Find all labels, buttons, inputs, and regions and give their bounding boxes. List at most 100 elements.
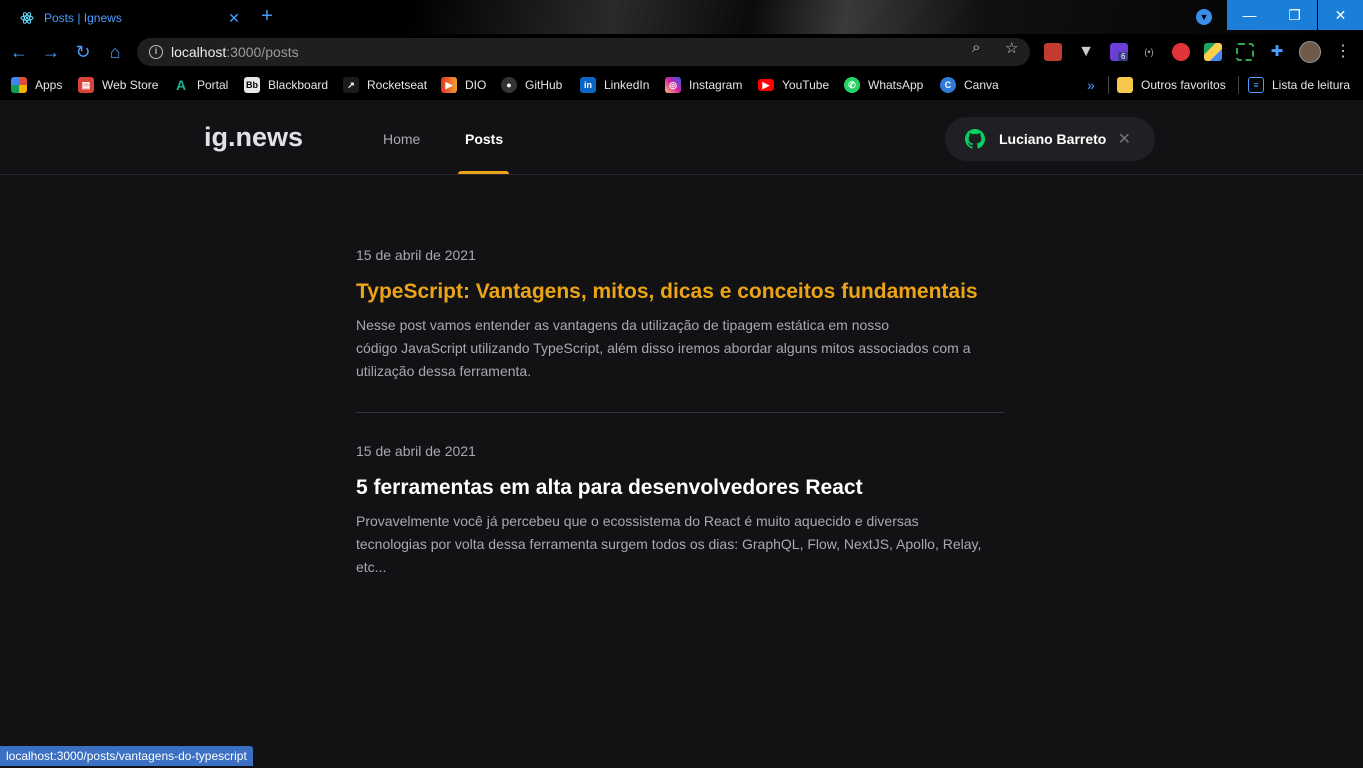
- tab-search-icon[interactable]: ▼: [1196, 9, 1212, 25]
- url-path: :3000/posts: [226, 44, 299, 60]
- bookmark-label: Blackboard: [268, 78, 329, 92]
- bookmark-whatsapp[interactable]: ✆ WhatsApp: [844, 76, 923, 94]
- bookmark-separator: [1238, 76, 1239, 94]
- menu-kebab-icon[interactable]: ⋮: [1334, 43, 1352, 61]
- bookmark-label: DIO: [465, 78, 487, 92]
- bookmark-apps[interactable]: Apps: [11, 76, 62, 94]
- bookmark-label: Rocketseat: [367, 78, 428, 92]
- bookmark-separator: [1108, 76, 1109, 94]
- restore-button[interactable]: ❐: [1272, 0, 1317, 30]
- minimize-button[interactable]: —: [1227, 0, 1272, 30]
- extension-dots-icon[interactable]: (•): [1140, 43, 1158, 61]
- extension-1-icon[interactable]: [1044, 43, 1062, 61]
- address-bar[interactable]: i localhost:3000/posts: [137, 38, 1030, 66]
- bookmarks-bar: Apps ▤ Web Store A Portal Bb Blackboard ↗ Ro…: [0, 70, 1363, 100]
- bookmark-label: YouTube: [782, 78, 830, 92]
- bookmark-instagram[interactable]: ◎ Instagram: [665, 76, 742, 94]
- browser-titlebar: Posts | Ignews ✕ + ▼ — ❐ ✕: [0, 0, 1363, 34]
- blackboard-icon: Bb: [244, 77, 260, 93]
- zoom-search-icon[interactable]: ⌕: [972, 39, 980, 56]
- bookmark-label: Canva: [964, 78, 999, 92]
- bookmark-label: Portal: [197, 78, 229, 92]
- nav-home-link[interactable]: Home: [383, 131, 420, 147]
- site-header: ig.news Home Posts Luciano Barreto ✕: [0, 102, 1363, 175]
- nav-posts-link[interactable]: Posts: [465, 131, 503, 147]
- extension-badge-count: 6: [1118, 52, 1129, 61]
- bookmark-portal[interactable]: A Portal: [173, 76, 228, 94]
- bookmark-dio[interactable]: ▶ DIO: [441, 76, 486, 94]
- status-bar-url: localhost:3000/posts/vantagens-do-typesc…: [0, 746, 253, 766]
- excerpt-line: Nesse post vamos entender as vantagens d…: [356, 317, 890, 333]
- dio-icon: ▶: [441, 77, 457, 93]
- site-logo[interactable]: ig.news: [204, 122, 303, 153]
- user-name: Luciano Barreto: [999, 131, 1107, 147]
- post-title[interactable]: TypeScript: Vantagens, mitos, dicas e co…: [356, 278, 1004, 306]
- excerpt-line: tecnologias por volta dessa ferramenta s…: [356, 536, 982, 552]
- bookmark-webstore[interactable]: ▤ Web Store: [78, 76, 158, 94]
- react-favicon-icon: [20, 11, 34, 25]
- nav-active-indicator: [458, 171, 509, 174]
- tab-title: Posts | Ignews: [44, 11, 122, 25]
- post-date: 15 de abril de 2021: [356, 247, 476, 263]
- signout-close-icon[interactable]: ✕: [1118, 129, 1131, 149]
- rocketseat-icon: ↗: [343, 77, 359, 93]
- whatsapp-icon: ✆: [844, 77, 860, 93]
- bookmark-blackboard[interactable]: Bb Blackboard: [244, 76, 328, 94]
- browser-toolbar: ← → ↻ ⌂ i localhost:3000/posts ⌕ ☆ ▼ 6 (…: [0, 34, 1363, 70]
- screen-capture-icon[interactable]: [1236, 43, 1254, 61]
- bookmark-label: WhatsApp: [868, 78, 924, 92]
- site-info-icon[interactable]: i: [149, 45, 163, 59]
- excerpt-line: utilização dessa ferramenta.: [356, 363, 532, 379]
- bookmark-label: Instagram: [689, 78, 743, 92]
- github-icon: [965, 129, 985, 149]
- extension-red-icon[interactable]: [1172, 43, 1190, 61]
- bookmark-label: Apps: [35, 78, 63, 92]
- extensions-puzzle-icon[interactable]: ✚: [1268, 43, 1286, 61]
- bookmark-rocketseat[interactable]: ↗ Rocketseat: [343, 76, 427, 94]
- browser-tab[interactable]: Posts | Ignews ✕: [8, 2, 246, 34]
- post-divider: [356, 412, 1004, 413]
- vivaldi-extension-icon[interactable]: ▼: [1077, 43, 1095, 61]
- forward-icon[interactable]: →: [39, 40, 63, 64]
- back-icon[interactable]: ←: [7, 40, 31, 64]
- youtube-icon: ▶: [758, 79, 774, 91]
- post-date: 15 de abril de 2021: [356, 443, 476, 459]
- new-tab-button[interactable]: +: [256, 6, 278, 28]
- instagram-icon: ◎: [665, 77, 681, 93]
- bookmark-star-icon[interactable]: ☆: [1005, 39, 1018, 57]
- bookmark-youtube[interactable]: ▶ YouTube: [758, 76, 829, 94]
- home-icon[interactable]: ⌂: [103, 40, 127, 64]
- profile-avatar[interactable]: [1299, 41, 1321, 63]
- bookmark-label: Outros favoritos: [1141, 78, 1226, 92]
- bookmark-label: GitHub: [525, 78, 563, 92]
- close-window-button[interactable]: ✕: [1318, 0, 1363, 30]
- post-excerpt: Nesse post vamos entender as vantagens d…: [356, 314, 1004, 383]
- excerpt-line: Provavelmente você já percebeu que o eco…: [356, 513, 919, 529]
- folder-icon: [1117, 77, 1133, 93]
- reload-icon[interactable]: ↻: [71, 40, 95, 64]
- google-drive-icon[interactable]: [1204, 43, 1222, 61]
- extension-badge-icon[interactable]: 6: [1110, 43, 1129, 61]
- url-host: localhost: [171, 44, 227, 60]
- apps-grid-icon: [11, 77, 27, 93]
- bookmark-canva[interactable]: C Canva: [940, 76, 999, 94]
- excerpt-line: código JavaScript utilizando TypeScript,…: [356, 340, 971, 356]
- bookmark-label: Web Store: [102, 78, 159, 92]
- signin-github-button[interactable]: Luciano Barreto ✕: [945, 117, 1155, 161]
- post-excerpt: Provavelmente você já percebeu que o eco…: [356, 510, 1004, 579]
- reading-list-label: Lista de leitura: [1272, 78, 1351, 92]
- excerpt-line: etc...: [356, 559, 387, 575]
- post-item[interactable]: 15 de abril de 2021 5 ferramentas em alt…: [356, 443, 1004, 579]
- bookmark-github[interactable]: ● GitHub: [501, 76, 562, 94]
- post-title[interactable]: 5 ferramentas em alta para desenvolvedor…: [356, 474, 1004, 502]
- posts-list: 15 de abril de 2021 TypeScript: Vantagen…: [356, 175, 1004, 579]
- linkedin-icon: in: [580, 77, 596, 93]
- bookmark-label: LinkedIn: [604, 78, 650, 92]
- post-item[interactable]: 15 de abril de 2021 TypeScript: Vantagen…: [356, 247, 1004, 383]
- bookmark-linkedin[interactable]: in LinkedIn: [580, 76, 649, 94]
- tab-close-icon[interactable]: ✕: [222, 10, 246, 27]
- bookmark-folder-other[interactable]: Outros favoritos: [1117, 76, 1226, 94]
- more-bookmarks-chevron-icon[interactable]: »: [1087, 76, 1095, 94]
- canva-icon: C: [940, 77, 956, 93]
- reading-list[interactable]: ≡ Lista de leitura: [1248, 76, 1350, 94]
